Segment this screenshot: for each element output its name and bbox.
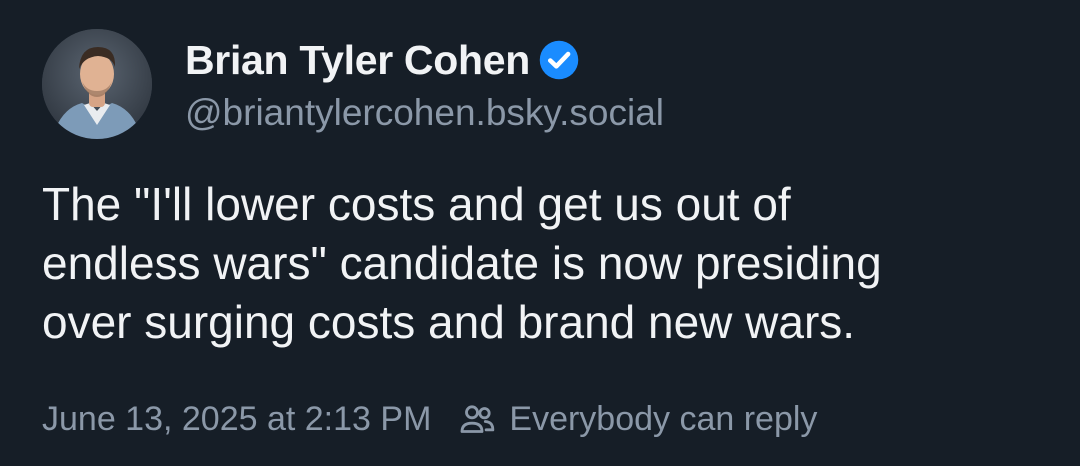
post-text: The "I'll lower costs and get us out of …	[42, 178, 882, 348]
reply-setting: Everybody can reply	[457, 399, 817, 439]
verified-check-badge-icon[interactable]	[538, 39, 580, 81]
author-name-row: Brian Tyler Cohen	[185, 34, 664, 86]
post-card: Brian Tyler Cohen @briantylercohen.bsky.…	[0, 0, 1080, 466]
people-icon	[457, 399, 497, 439]
post-meta: June 13, 2025 at 2:13 PM Everybody can r…	[42, 397, 817, 441]
post-timestamp[interactable]: June 13, 2025 at 2:13 PM	[42, 400, 431, 439]
author-handle[interactable]: @briantylercohen.bsky.social	[185, 92, 664, 134]
avatar-icon	[42, 29, 152, 139]
author-avatar[interactable]	[42, 29, 152, 139]
author-info: Brian Tyler Cohen @briantylercohen.bsky.…	[185, 34, 664, 134]
author-display-name[interactable]: Brian Tyler Cohen	[185, 37, 530, 84]
reply-setting-label: Everybody can reply	[509, 399, 818, 438]
